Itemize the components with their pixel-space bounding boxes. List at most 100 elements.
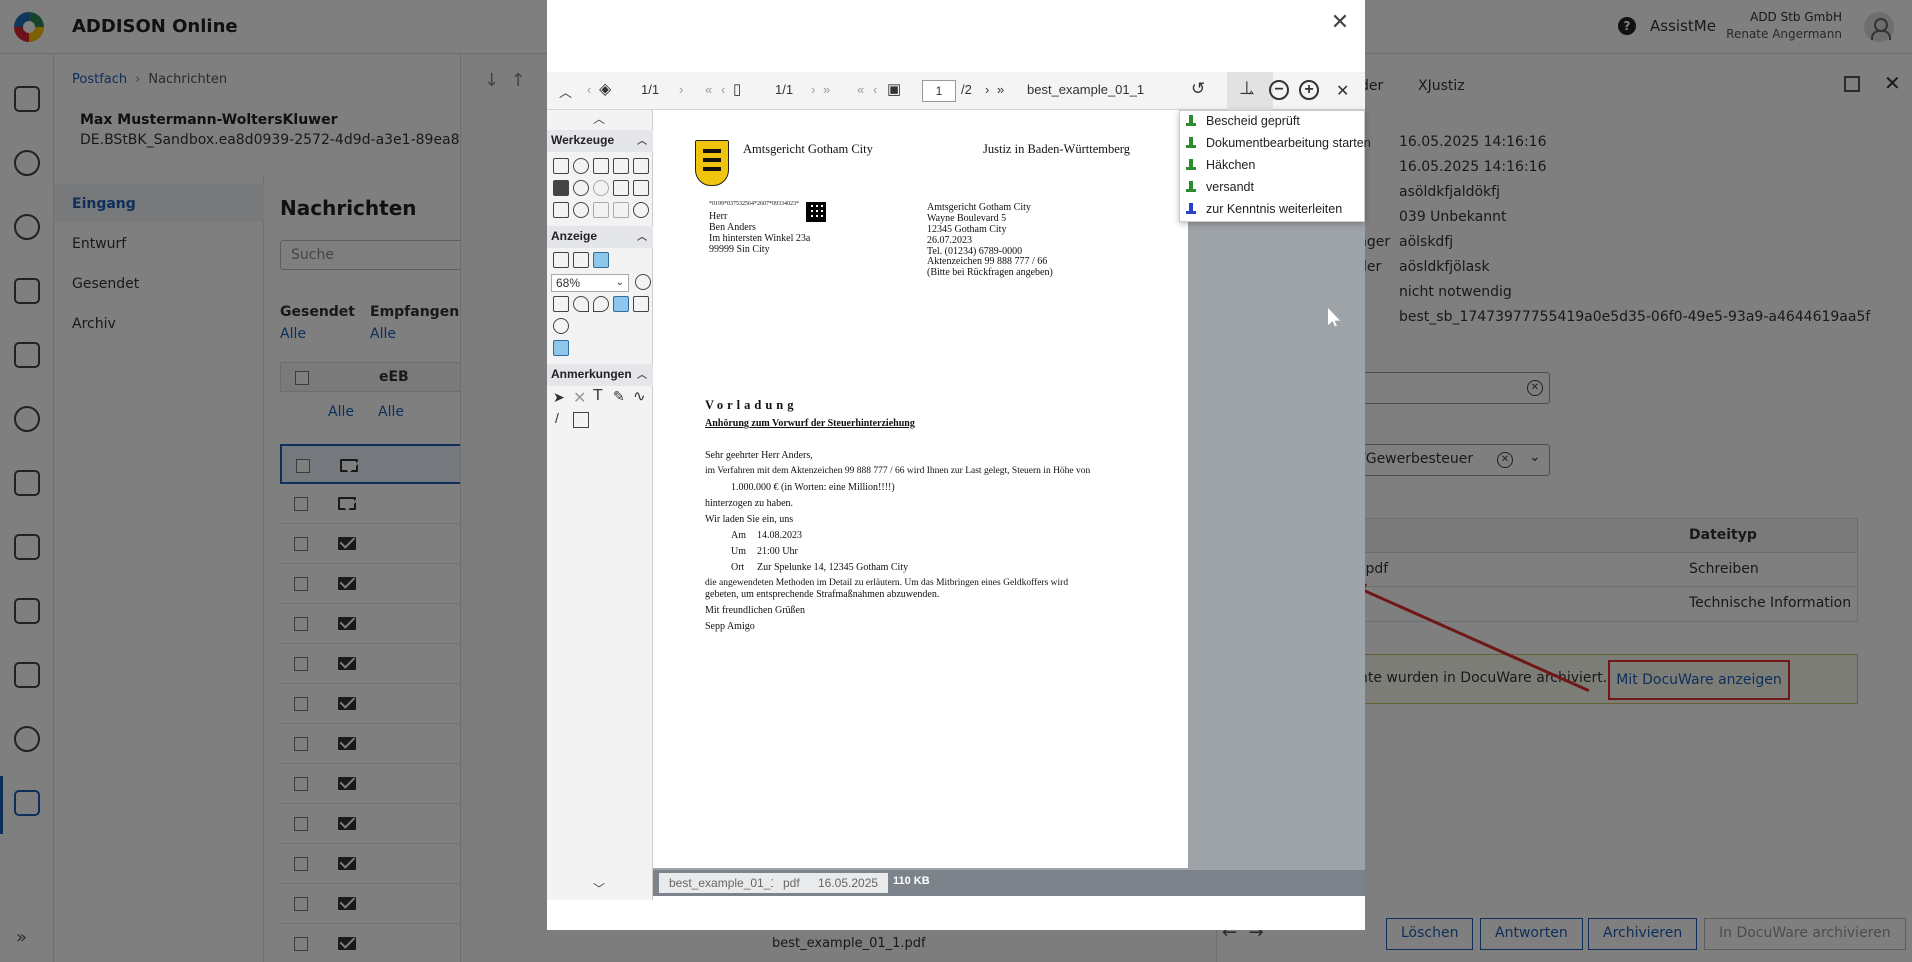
layers-icon[interactable]: ◈	[599, 79, 611, 99]
select-tool-icon[interactable]	[553, 340, 569, 356]
reference-line: (Bitte bei Rückfragen angeben)	[927, 267, 1053, 278]
toggle-icon[interactable]	[613, 202, 629, 218]
collapse-icon[interactable]: ︿	[637, 366, 647, 381]
letter-subject: Anhörung zum Vorwurf der Steuerhinterzie…	[705, 418, 915, 429]
stamp-icon	[1186, 115, 1196, 127]
salutation: Sehr geehrter Herr Anders,	[705, 450, 813, 461]
stamp-icon	[1186, 137, 1196, 149]
fit-page-icon[interactable]	[573, 252, 589, 268]
annotations-header[interactable]: Anmerkungen ︿	[547, 364, 653, 386]
copy-icon[interactable]	[553, 202, 569, 218]
text-tool-icon[interactable]: T	[593, 387, 603, 405]
zoom-in-icon[interactable]: +	[1299, 80, 1319, 100]
body-line-5: die angewendeten Methoden im Detail zu e…	[705, 578, 1069, 588]
tools-header[interactable]: Werkzeuge ︿	[547, 130, 653, 152]
zoom-select[interactable]: 68% ⌄	[551, 274, 629, 292]
stamp-menu-label: Bescheid geprüft	[1206, 114, 1300, 128]
next-doc-icon[interactable]: ›	[811, 82, 815, 97]
close-icon[interactable]: ✕	[1329, 12, 1351, 34]
search-text-icon[interactable]	[593, 180, 609, 196]
delete-annotation-icon[interactable]: ✕	[573, 388, 586, 408]
next-layer-icon[interactable]: ›	[679, 82, 683, 97]
search-icon[interactable]	[573, 180, 589, 196]
clock-icon[interactable]	[573, 202, 589, 218]
view-header[interactable]: Anzeige ︿	[547, 226, 653, 248]
signature: Sepp Amigo	[705, 621, 755, 632]
stamp-menu-label: zur Kenntnis weiterleiten	[1206, 202, 1343, 216]
stamp-check-icon[interactable]	[593, 202, 609, 218]
view-header-label: Anzeige	[551, 229, 598, 243]
panel-scroll-down-icon[interactable]: ﹀	[593, 880, 605, 897]
rotate-right-icon[interactable]	[593, 296, 609, 312]
last-page-icon[interactable]: »	[997, 82, 1004, 97]
document-name: best_example_01_1	[1027, 82, 1145, 97]
pointer-icon[interactable]: ➤	[553, 389, 565, 406]
document-page: Amtsgericht Gotham City Justiz in Baden-…	[653, 110, 1188, 868]
history-icon[interactable]: ↺	[1191, 79, 1205, 99]
zoom-out-icon[interactable]: −	[1269, 80, 1289, 100]
stamp-dropdown-icon[interactable]: ^	[1249, 90, 1254, 101]
body-line-6: gebeten, um entsprechende Strafmaßnahmen…	[705, 589, 940, 600]
page-total: /2	[961, 82, 972, 97]
panel-scroll-up-icon[interactable]: ︿	[593, 110, 605, 127]
line-tool-icon[interactable]: /	[555, 410, 559, 426]
prev-layer-icon[interactable]: ‹	[587, 82, 591, 97]
page-clock-icon[interactable]	[633, 158, 649, 174]
status-doc-size: 110 KB	[893, 875, 930, 887]
prev-page-icon[interactable]: ‹	[873, 82, 877, 97]
document-icon: ▯	[733, 81, 742, 98]
magic-wand-icon[interactable]	[613, 296, 629, 312]
document-area[interactable]: Amtsgericht Gotham City Justiz in Baden-…	[653, 110, 1365, 870]
body-line-1: im Verfahren mit dem Aktenzeichen 99 888…	[705, 466, 1091, 476]
properties-icon[interactable]	[613, 180, 629, 196]
prev-doc-icon[interactable]: ‹	[721, 82, 725, 97]
stamp-menu-item[interactable]: Häkchen	[1180, 155, 1366, 177]
download-icon[interactable]	[633, 180, 649, 196]
next-page-icon[interactable]: ›	[985, 82, 989, 97]
print-icon[interactable]	[593, 158, 609, 174]
collapse-icon[interactable]: ︿	[637, 228, 647, 243]
fit-width-icon[interactable]	[553, 252, 569, 268]
stamp-menu-item[interactable]: Dokumentbearbeitung starten	[1180, 133, 1371, 155]
collapse-icon[interactable]: ︿	[637, 132, 647, 147]
appointment-value: 14.08.2023	[757, 530, 802, 541]
zoom-value: 68%	[556, 276, 581, 290]
stamp-menu-item[interactable]: zur Kenntnis weiterleiten	[1180, 199, 1366, 221]
body-line-4: Wir laden Sie ein, uns	[705, 514, 794, 525]
status-doc-type: pdf	[773, 873, 810, 893]
first-doc-icon[interactable]: «	[705, 82, 712, 97]
rotate-left-icon[interactable]	[573, 296, 589, 312]
barcode-text: *0199*037532564*2607*09334023*	[709, 201, 799, 207]
body-line-2: 1.000.000 € (in Worten: eine Million!!!!…	[731, 482, 895, 493]
highlighter-icon[interactable]: ✎	[613, 388, 625, 405]
court-header: Amtsgericht Gotham City	[743, 142, 873, 156]
stamp-menu-item[interactable]: Bescheid geprüft	[1180, 111, 1366, 133]
status-doc-name: best_example_01_1	[659, 873, 788, 893]
link-icon[interactable]	[633, 202, 649, 218]
appointment-label: Am	[731, 530, 746, 541]
save-view-icon[interactable]	[553, 296, 569, 312]
tools-panel: ︿ Werkzeuge ︿ Anzeige ︿ 68% ⌄ Anmerkungen ︿ …	[547, 110, 653, 900]
rectangle-tool-icon[interactable]	[573, 412, 589, 428]
doc-page-indicator: 1/1	[775, 82, 794, 97]
stamp-menu-item[interactable]: versandt	[1180, 177, 1366, 199]
fit-best-icon[interactable]	[593, 252, 609, 268]
tools-header-label: Werkzeuge	[551, 133, 615, 147]
zoom-area-icon[interactable]	[635, 274, 651, 290]
justice-header: Justiz in Baden-Württemberg	[983, 142, 1130, 156]
stamp-menu: Bescheid geprüft Dokumentbearbeitung star…	[1179, 110, 1371, 222]
thumbnails-icon[interactable]	[553, 180, 569, 196]
stamp-menu-label: Häkchen	[1206, 158, 1256, 172]
stamp-icon	[1186, 181, 1196, 193]
close-viewer-icon[interactable]: ✕	[1336, 81, 1349, 101]
collapse-up-icon[interactable]: ︿	[559, 82, 572, 101]
save-icon[interactable]	[553, 158, 569, 174]
page-number-input[interactable]: 1	[922, 80, 956, 102]
pencil-icon[interactable]	[573, 158, 589, 174]
freehand-icon[interactable]: ∿	[633, 387, 646, 405]
pan-icon[interactable]	[553, 318, 569, 334]
page-down-icon[interactable]	[633, 296, 649, 312]
first-page-icon[interactable]: «	[857, 82, 864, 97]
last-doc-icon[interactable]: »	[823, 82, 830, 97]
export-icon[interactable]	[613, 158, 629, 174]
